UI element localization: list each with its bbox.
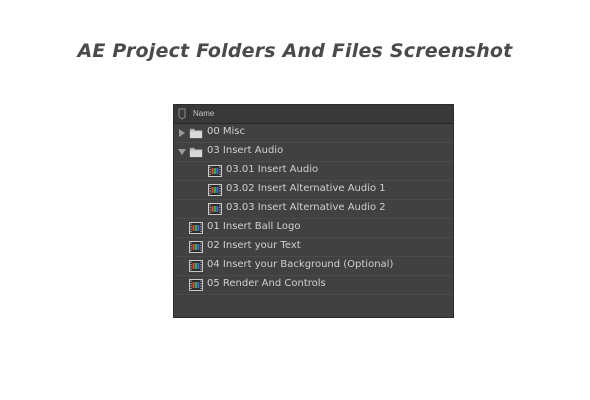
- column-header[interactable]: Name: [174, 105, 453, 124]
- composition-icon: [208, 203, 222, 215]
- composition-icon: [208, 184, 222, 196]
- page-headline: AE Project Folders And Files Screenshot: [77, 40, 513, 62]
- item-label: 03.03 Insert Alternative Audio 2: [226, 202, 386, 213]
- composition-icon: [189, 279, 203, 291]
- composition-row[interactable]: 02 Insert your Text: [174, 238, 453, 257]
- composition-row[interactable]: 01 Insert Ball Logo: [174, 219, 453, 238]
- composition-row[interactable]: 03.03 Insert Alternative Audio 2: [174, 200, 453, 219]
- project-item-list: 00 Misc 03 Insert Audio 03.01 Insert Audio…: [174, 124, 453, 295]
- triangle-right-icon[interactable]: [178, 129, 186, 137]
- project-panel: Name 00 Misc 03 Insert Audio 03.01 Insert …: [173, 104, 454, 318]
- item-label: 01 Insert Ball Logo: [207, 221, 301, 232]
- composition-icon: [189, 260, 203, 272]
- item-label: 04 Insert your Background (Optional): [207, 259, 394, 270]
- composition-icon: [189, 241, 203, 253]
- composition-row[interactable]: 05 Render And Controls: [174, 276, 453, 295]
- item-label: 03 Insert Audio: [207, 145, 284, 156]
- composition-icon: [208, 165, 222, 177]
- item-label: 02 Insert your Text: [207, 240, 301, 251]
- folder-icon: [189, 128, 203, 139]
- item-label: 03.02 Insert Alternative Audio 1: [226, 183, 386, 194]
- composition-row[interactable]: 03.01 Insert Audio: [174, 162, 453, 181]
- composition-row[interactable]: 04 Insert your Background (Optional): [174, 257, 453, 276]
- column-separator[interactable]: [188, 108, 189, 120]
- composition-icon: [189, 222, 203, 234]
- label-tag-icon: [178, 108, 186, 120]
- item-label: 05 Render And Controls: [207, 278, 326, 289]
- folder-row[interactable]: 00 Misc: [174, 124, 453, 143]
- folder-icon: [189, 147, 203, 158]
- triangle-down-icon[interactable]: [178, 148, 186, 156]
- folder-row[interactable]: 03 Insert Audio: [174, 143, 453, 162]
- item-label: 00 Misc: [207, 126, 246, 137]
- composition-row[interactable]: 03.02 Insert Alternative Audio 1: [174, 181, 453, 200]
- column-header-name[interactable]: Name: [193, 109, 214, 118]
- item-label: 03.01 Insert Audio: [226, 164, 319, 175]
